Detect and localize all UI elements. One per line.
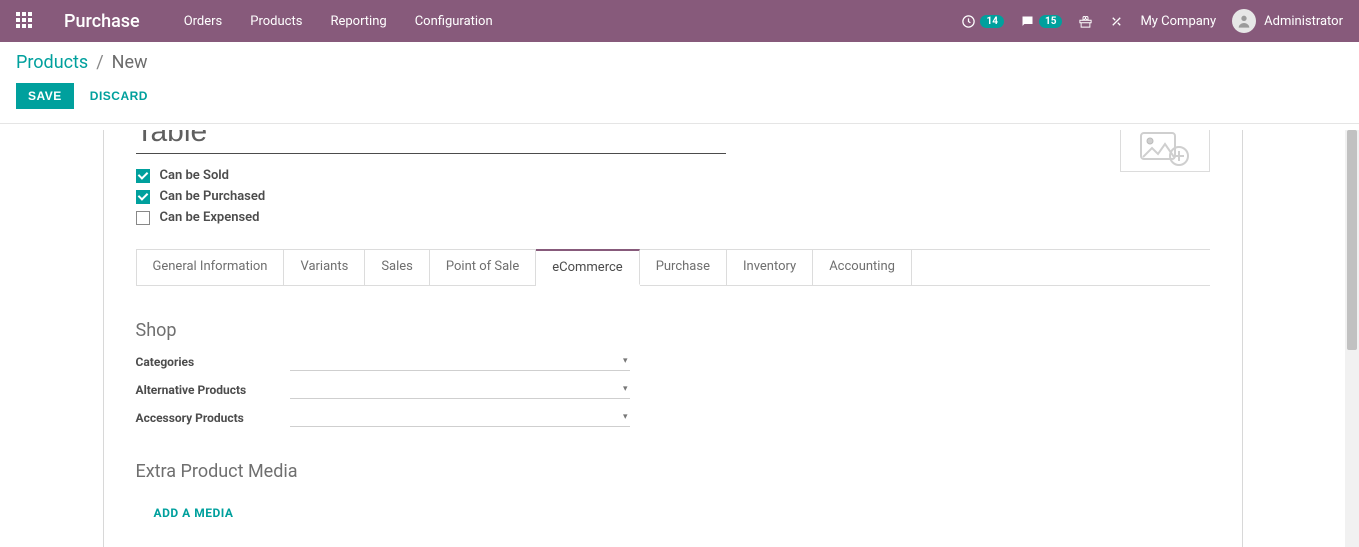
tab-spacer [912, 250, 1210, 286]
tab-inventory[interactable]: Inventory [727, 250, 813, 286]
tab-ecommerce[interactable]: eCommerce [536, 249, 639, 285]
alternative-products-label: Alternative Products [136, 383, 290, 397]
tab-purchase[interactable]: Purchase [640, 250, 727, 286]
tab-variants[interactable]: Variants [284, 250, 365, 286]
can-be-purchased-checkbox[interactable] [136, 190, 150, 204]
can-be-purchased-label: Can be Purchased [160, 189, 266, 204]
nav-item-reporting[interactable]: Reporting [330, 14, 386, 29]
breadcrumb: Products / New [16, 52, 1343, 73]
can-be-expensed-label: Can be Expensed [160, 210, 260, 225]
nav-item-orders[interactable]: Orders [184, 14, 223, 29]
nav-menu: Orders Products Reporting Configuration [184, 14, 962, 29]
control-bar: Products / New SAVE DISCARD [0, 42, 1359, 124]
clock-icon [961, 14, 976, 29]
vertical-scrollbar-thumb[interactable] [1347, 130, 1357, 350]
image-uploader[interactable] [1120, 130, 1210, 172]
save-button[interactable]: SAVE [16, 83, 74, 109]
nav-right: 14 15 My Company Administrator [961, 9, 1343, 33]
add-media-button[interactable]: ADD A MEDIA [154, 506, 234, 520]
breadcrumb-current: New [112, 52, 148, 73]
company-switcher[interactable]: My Company [1140, 14, 1216, 29]
section-extra-media-heading: Extra Product Media [136, 461, 1210, 482]
alternative-products-select[interactable]: ▾ [290, 381, 630, 399]
can-be-sold-checkbox[interactable] [136, 169, 150, 183]
categories-select[interactable]: ▾ [290, 353, 630, 371]
categories-label: Categories [136, 355, 290, 369]
tab-point-of-sale[interactable]: Point of Sale [430, 250, 536, 286]
product-flags: Can be Sold Can be Purchased Can be Expe… [136, 168, 1210, 225]
gift-icon[interactable] [1078, 14, 1093, 29]
activity-count: 14 [980, 15, 1003, 28]
user-name: Administrator [1264, 14, 1343, 29]
user-menu[interactable]: Administrator [1232, 9, 1343, 33]
accessory-products-select[interactable]: ▾ [290, 409, 630, 427]
chevron-down-icon: ▾ [623, 412, 628, 422]
breadcrumb-parent[interactable]: Products [16, 52, 88, 73]
nav-item-products[interactable]: Products [250, 14, 302, 29]
tab-strip: General Information Variants Sales Point… [136, 249, 1210, 286]
main-scroll[interactable]: Can be Sold Can be Purchased Can be Expe… [0, 130, 1345, 547]
tab-accounting[interactable]: Accounting [813, 250, 912, 286]
avatar [1232, 9, 1256, 33]
messages-indicator[interactable]: 15 [1020, 14, 1062, 29]
chevron-down-icon: ▾ [623, 356, 628, 366]
activity-indicator[interactable]: 14 [961, 14, 1003, 29]
section-shop-heading: Shop [136, 320, 1210, 341]
tab-sales[interactable]: Sales [365, 250, 430, 286]
user-icon [1236, 13, 1252, 29]
nav-item-configuration[interactable]: Configuration [415, 14, 493, 29]
tab-general-information[interactable]: General Information [136, 250, 285, 286]
image-placeholder-icon [1140, 132, 1190, 168]
can-be-sold-label: Can be Sold [160, 168, 230, 183]
chevron-down-icon: ▾ [623, 384, 628, 394]
messages-count: 15 [1039, 15, 1062, 28]
accessory-products-label: Accessory Products [136, 411, 290, 425]
action-buttons: SAVE DISCARD [16, 83, 1343, 109]
discard-button[interactable]: DISCARD [90, 89, 148, 103]
chat-icon [1020, 14, 1035, 29]
breadcrumb-separator: / [96, 52, 103, 73]
form-sheet: Can be Sold Can be Purchased Can be Expe… [103, 130, 1243, 547]
top-navbar: Purchase Orders Products Reporting Confi… [0, 0, 1359, 42]
tools-icon[interactable] [1109, 14, 1124, 29]
can-be-expensed-checkbox[interactable] [136, 211, 150, 225]
apps-icon[interactable] [16, 12, 34, 30]
product-name-input[interactable] [136, 130, 726, 154]
app-brand[interactable]: Purchase [64, 11, 140, 32]
